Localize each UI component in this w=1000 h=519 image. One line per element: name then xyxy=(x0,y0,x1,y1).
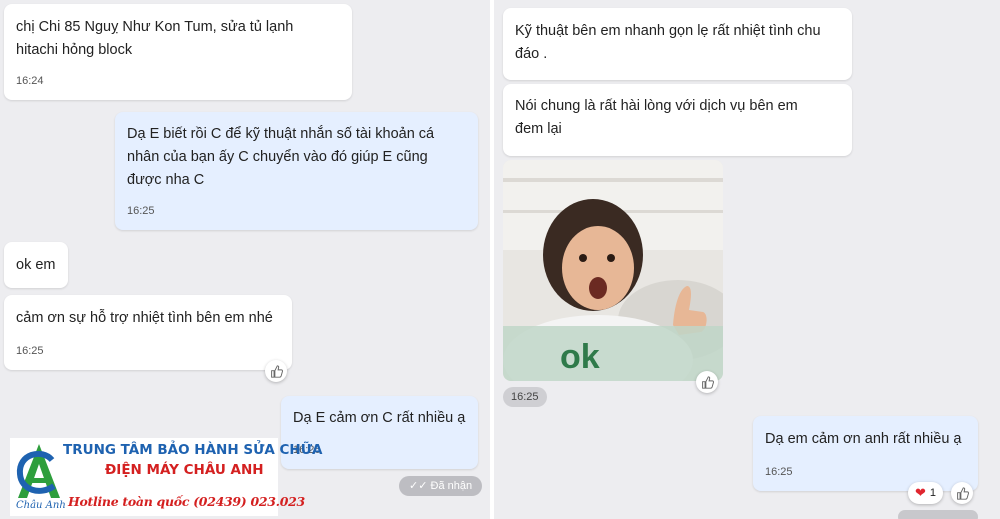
chat-panel-right: Kỹ thuật bên em nhanh gọn lẹ rất nhiệt t… xyxy=(494,0,1000,519)
reaction-count: 1 xyxy=(929,487,937,499)
thumbs-up-icon xyxy=(270,364,283,378)
like-reaction-button[interactable] xyxy=(951,482,973,504)
image-time-badge: 16:25 xyxy=(503,387,547,407)
thumbs-up-icon xyxy=(956,486,969,500)
double-check-icon: ✓✓ xyxy=(409,480,428,492)
banner-title-line1: TRUNG TÂM BẢO HÀNH SỬA CHỮA xyxy=(63,442,323,458)
message-time: 16:25 xyxy=(16,345,44,357)
message-text: Dạ E biết rồi C để kỹ thuật nhắn số tài … xyxy=(127,126,435,188)
image-caption: ok xyxy=(560,338,600,376)
message-text: Nói chung là rất hài lòng với dịch vụ bê… xyxy=(515,98,798,137)
message-text: ok em xyxy=(16,257,56,273)
message-time: 16:25 xyxy=(765,466,793,478)
heart-reaction-badge[interactable]: ❤ 1 xyxy=(908,482,944,504)
message-text: Dạ E cảm ơn C rất nhiều ạ xyxy=(293,410,466,426)
banner-hotline: Hotline toàn quốc (02439) 023.023 xyxy=(68,494,305,509)
message-outgoing[interactable]: Dạ em cảm ơn anh rất nhiều ạ 16:25 xyxy=(753,416,978,491)
delivered-status-text: Đã nhận xyxy=(430,480,473,492)
like-reaction-button[interactable] xyxy=(265,360,287,382)
delivered-status-badge: ✓✓ Đã nhận xyxy=(399,476,483,496)
message-time: 16:24 xyxy=(16,75,44,87)
chat-panel-left: chị Chi 85 Nguỵ Như Kon Tum, sửa tủ lạnh… xyxy=(0,0,490,519)
message-text: cảm ơn sự hỗ trợ nhiệt tình bên em nhé xyxy=(16,310,273,326)
message-incoming[interactable]: Kỹ thuật bên em nhanh gọn lẹ rất nhiệt t… xyxy=(503,8,852,80)
message-incoming[interactable]: ok em xyxy=(4,242,68,288)
thumbs-up-icon xyxy=(701,375,714,389)
message-incoming[interactable]: chị Chi 85 Nguỵ Như Kon Tum, sửa tủ lạnh… xyxy=(4,4,352,100)
message-outgoing[interactable]: Dạ E cảm ơn C rất nhiều ạ 16:26 xyxy=(281,396,478,469)
message-outgoing[interactable]: Dạ E biết rồi C để kỹ thuật nhắn số tài … xyxy=(115,112,478,230)
message-text: Dạ em cảm ơn anh rất nhiều ạ xyxy=(765,431,962,447)
message-incoming[interactable]: Nói chung là rất hài lòng với dịch vụ bê… xyxy=(503,84,852,156)
heart-icon: ❤ xyxy=(915,485,926,500)
brand-banner: Châu Anh TRUNG TÂM BẢO HÀNH SỬA CHỮA ĐIỆ… xyxy=(10,438,322,516)
partial-status-badge xyxy=(898,510,978,519)
kid-thumbs-up-image xyxy=(503,160,723,381)
like-reaction-button[interactable] xyxy=(696,371,718,393)
message-text: chị Chi 85 Nguỵ Như Kon Tum, sửa tủ lạnh… xyxy=(16,19,294,58)
logo-caption: Châu Anh xyxy=(16,500,66,511)
image-message[interactable]: ok xyxy=(503,160,723,381)
banner-title-line2: ĐIỆN MÁY CHÂU ANH xyxy=(105,462,264,478)
message-text: Kỹ thuật bên em nhanh gọn lẹ rất nhiệt t… xyxy=(515,23,821,62)
message-incoming[interactable]: cảm ơn sự hỗ trợ nhiệt tình bên em nhé 1… xyxy=(4,295,292,370)
message-time: 16:25 xyxy=(127,205,155,217)
